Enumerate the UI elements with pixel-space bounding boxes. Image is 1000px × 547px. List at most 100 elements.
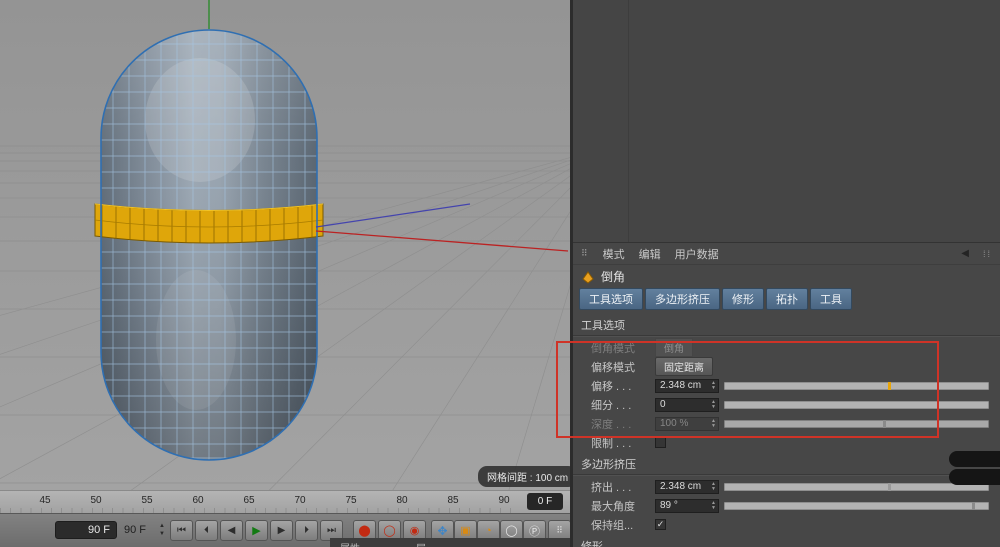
offset-row: 偏移 . . . 2.348 cm ▲▼ bbox=[573, 376, 1000, 395]
extrude-slider-handle[interactable] bbox=[888, 483, 891, 491]
offset-mode-label: 偏移模式 bbox=[591, 359, 655, 375]
max-angle-row: 最大角度 89 ° ▲▼ bbox=[573, 496, 1000, 515]
ruler-tick: 70 bbox=[294, 495, 305, 506]
attribute-empty-area bbox=[573, 0, 1000, 243]
tab-layers[interactable]: 层 bbox=[416, 540, 426, 547]
next-key-button[interactable]: ⏵ bbox=[295, 520, 318, 541]
subdivision-value[interactable]: 0 bbox=[660, 399, 711, 410]
depth-slider bbox=[724, 420, 989, 428]
offset-slider-handle[interactable] bbox=[888, 382, 891, 390]
preserve-groups-checkbox[interactable]: ✓ bbox=[655, 519, 666, 530]
attribute-menubar: ⠿ 模式 编辑 用户数据 ◀ ⁞⁞ bbox=[573, 243, 1000, 265]
tool-title-row: 倒角 bbox=[573, 265, 1000, 288]
tab-poly-extrude[interactable]: 多边形挤压 bbox=[645, 288, 720, 310]
attribute-tabs: 工具选项 多边形挤压 修形 拓扑 工具 bbox=[573, 288, 1000, 313]
viewport-3d[interactable]: 网格间距 : 100 cm bbox=[0, 0, 570, 490]
preserve-groups-label: 保持组... bbox=[591, 517, 655, 533]
menu-mode[interactable]: 模式 bbox=[603, 246, 625, 262]
extrude-slider[interactable] bbox=[724, 483, 989, 491]
next-frame-button[interactable]: ▶ bbox=[270, 520, 293, 541]
grid-spacing-label: 网格间距 : 100 cm bbox=[478, 466, 577, 487]
tab-attributes[interactable]: 属性 bbox=[340, 540, 360, 547]
max-angle-field[interactable]: 89 ° ▲▼ bbox=[655, 499, 719, 513]
depth-row: 深度 . . . 100 % ▲▼ bbox=[573, 414, 1000, 433]
end-frame-field[interactable]: 90 F bbox=[55, 521, 117, 539]
bottom-panel-tabs: 属性 层 bbox=[330, 538, 570, 547]
preserve-groups-row: 保持组... ✓ bbox=[573, 515, 1000, 534]
attribute-manager: ⠿ 模式 编辑 用户数据 ◀ ⁞⁞ 倒角 工具选项 多边形挤压 修形 拓扑 工具… bbox=[570, 0, 1000, 547]
section-poly-extrude: 多边形挤压 bbox=[573, 452, 1000, 475]
ruler-tick: 90 bbox=[498, 495, 509, 506]
current-frame-badge[interactable]: 0 F bbox=[527, 493, 563, 510]
offset-mode-dropdown[interactable]: 固定距离 bbox=[655, 357, 713, 376]
subdivision-slider[interactable] bbox=[724, 401, 989, 409]
menu-user-data[interactable]: 用户数据 bbox=[675, 246, 719, 262]
max-angle-slider-handle[interactable] bbox=[972, 502, 975, 510]
extrude-label: 挤出 . . . bbox=[591, 479, 655, 495]
tab-topology[interactable]: 拓扑 bbox=[766, 288, 808, 310]
panel-dots-icon[interactable]: ⁞⁞ bbox=[983, 249, 992, 259]
extrude-field[interactable]: 2.348 cm ▲▼ bbox=[655, 480, 719, 494]
ruler-tick: 65 bbox=[243, 495, 254, 506]
bevel-mode-value: 倒角 bbox=[655, 338, 693, 357]
section-tool-options: 工具选项 bbox=[573, 313, 1000, 336]
section-modeling: 修形 bbox=[573, 534, 1000, 547]
offset-slider[interactable] bbox=[724, 382, 989, 390]
offset-value[interactable]: 2.348 cm bbox=[660, 380, 711, 391]
prev-frame-button[interactable]: ◀ bbox=[220, 520, 243, 541]
ruler-tick: 55 bbox=[141, 495, 152, 506]
profile-preview-top bbox=[949, 451, 1000, 467]
limit-row: 限制 . . . bbox=[573, 433, 1000, 452]
goto-start-button[interactable]: ⏮ bbox=[170, 520, 193, 541]
frame-stepper[interactable]: ▲ ▼ bbox=[157, 522, 167, 538]
bevel-mode-row: 倒角模式 倒角 bbox=[573, 338, 1000, 357]
ruler-tick: 85 bbox=[447, 495, 458, 506]
capsule-object[interactable] bbox=[95, 28, 323, 462]
tab-tool[interactable]: 工具 bbox=[810, 288, 852, 310]
max-angle-value[interactable]: 89 ° bbox=[660, 500, 711, 511]
tab-tool-options[interactable]: 工具选项 bbox=[579, 288, 643, 310]
bevel-mode-label: 倒角模式 bbox=[591, 340, 655, 356]
max-angle-slider[interactable] bbox=[724, 502, 989, 510]
bevel-tool-icon bbox=[581, 270, 595, 284]
timeline-ruler[interactable]: 45 50 55 60 65 70 75 80 85 90 0 F bbox=[0, 490, 570, 513]
prev-key-button[interactable]: ⏴ bbox=[195, 520, 218, 541]
panel-divider bbox=[628, 0, 629, 242]
panel-back-icon[interactable]: ◀ bbox=[961, 248, 969, 259]
ruler-tick: 50 bbox=[90, 495, 101, 506]
limit-checkbox[interactable] bbox=[655, 437, 666, 448]
profile-preview-bottom bbox=[949, 469, 1000, 485]
tool-title: 倒角 bbox=[601, 268, 625, 285]
ruler-tick: 45 bbox=[39, 495, 50, 506]
stepper-up-icon[interactable]: ▲ bbox=[159, 523, 165, 529]
subdivision-label: 细分 . . . bbox=[591, 397, 655, 413]
offset-field[interactable]: 2.348 cm ▲▼ bbox=[655, 379, 719, 393]
subdivision-field[interactable]: 0 ▲▼ bbox=[655, 398, 719, 412]
ruler-tick: 80 bbox=[396, 495, 407, 506]
offset-label: 偏移 . . . bbox=[591, 378, 655, 394]
ruler-tick: 75 bbox=[345, 495, 356, 506]
menu-edit[interactable]: 编辑 bbox=[639, 246, 661, 262]
depth-value: 100 % bbox=[660, 418, 711, 429]
max-angle-spinner-icon[interactable]: ▲▼ bbox=[711, 501, 716, 511]
play-button[interactable]: ▶ bbox=[245, 520, 268, 541]
frame-count-label: 90 F bbox=[124, 524, 146, 536]
depth-label: 深度 . . . bbox=[591, 416, 655, 432]
offset-mode-row: 偏移模式 固定距离 bbox=[573, 357, 1000, 376]
ruler-tick: 60 bbox=[192, 495, 203, 506]
extrude-row: 挤出 . . . 2.348 cm ▲▼ bbox=[573, 477, 1000, 496]
max-angle-label: 最大角度 bbox=[591, 498, 655, 514]
viewport-canvas[interactable] bbox=[0, 0, 570, 490]
subdivision-row: 细分 . . . 0 ▲▼ bbox=[573, 395, 1000, 414]
subdivision-spinner-icon[interactable]: ▲▼ bbox=[711, 400, 716, 410]
stepper-down-icon[interactable]: ▼ bbox=[159, 531, 165, 537]
offset-spinner-icon[interactable]: ▲▼ bbox=[711, 381, 716, 391]
extrude-spinner-icon[interactable]: ▲▼ bbox=[711, 482, 716, 492]
depth-slider-handle bbox=[883, 420, 886, 428]
panel-grid-icon[interactable]: ⠿ bbox=[581, 248, 589, 259]
depth-field: 100 % ▲▼ bbox=[655, 417, 719, 431]
extrude-value[interactable]: 2.348 cm bbox=[660, 481, 711, 492]
tab-modeling[interactable]: 修形 bbox=[722, 288, 764, 310]
depth-spinner-icon: ▲▼ bbox=[711, 419, 716, 429]
limit-label: 限制 . . . bbox=[591, 435, 655, 451]
